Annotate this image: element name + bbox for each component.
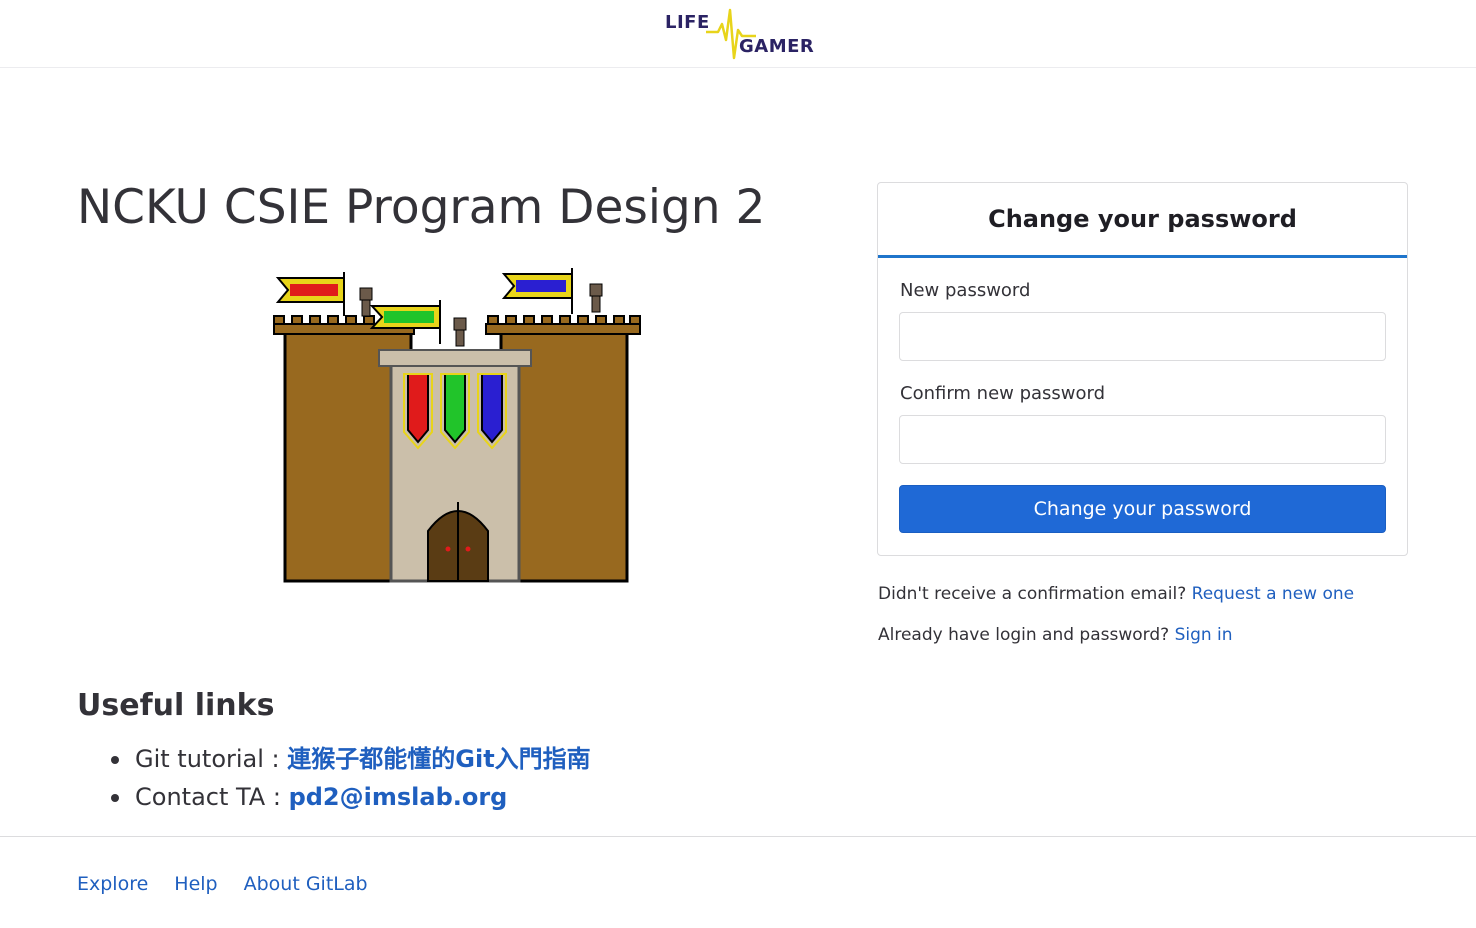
confirm-password-label: Confirm new password <box>900 383 1106 404</box>
footer-link-help[interactable]: Help <box>174 873 217 895</box>
confirmation-text: Didn't receive a confirmation email? <box>878 584 1192 604</box>
top-header: LIFE GAMER <box>0 0 1476 68</box>
list-item: Git tutorial : 連猴子都能懂的Git入門指南 <box>108 740 591 778</box>
git-tutorial-label: Git tutorial : <box>135 745 288 773</box>
page-title: NCKU CSIE Program Design 2 <box>77 180 766 235</box>
footer: Explore Help About GitLab <box>0 836 1476 928</box>
request-new-confirmation-link[interactable]: Request a new one <box>1192 584 1354 604</box>
confirm-password-input[interactable] <box>899 415 1386 464</box>
footer-links: Explore Help About GitLab <box>77 873 394 895</box>
new-password-input[interactable] <box>899 312 1386 361</box>
castle-illustration <box>273 268 641 583</box>
list-item: Contact TA : pd2@imslab.org <box>108 778 591 816</box>
footer-link-explore[interactable]: Explore <box>77 873 148 895</box>
git-tutorial-link[interactable]: 連猴子都能懂的Git入門指南 <box>287 745 590 773</box>
useful-links-heading: Useful links <box>77 688 275 723</box>
new-password-label: New password <box>900 280 1031 301</box>
change-password-button[interactable]: Change your password <box>899 485 1386 533</box>
footer-link-about-gitlab[interactable]: About GitLab <box>244 873 368 895</box>
contact-ta-label: Contact TA : <box>135 783 289 811</box>
sign-in-link[interactable]: Sign in <box>1175 625 1233 645</box>
useful-links-list: Git tutorial : 連猴子都能懂的Git入門指南 Contact TA… <box>108 740 591 816</box>
logo-word-gamer: GAMER <box>739 36 815 57</box>
logo-word-life: LIFE <box>665 12 710 33</box>
change-password-card: Change your password New password Confir… <box>877 182 1408 556</box>
life-gamer-logo[interactable]: LIFE GAMER <box>662 4 822 62</box>
card-header: Change your password <box>878 183 1407 258</box>
contact-ta-email-link[interactable]: pd2@imslab.org <box>289 783 508 811</box>
card-title: Change your password <box>988 205 1297 233</box>
sign-in-line: Already have login and password? Sign in <box>878 625 1233 645</box>
sign-in-text: Already have login and password? <box>878 625 1175 645</box>
confirmation-email-line: Didn't receive a confirmation email? Req… <box>878 584 1354 604</box>
